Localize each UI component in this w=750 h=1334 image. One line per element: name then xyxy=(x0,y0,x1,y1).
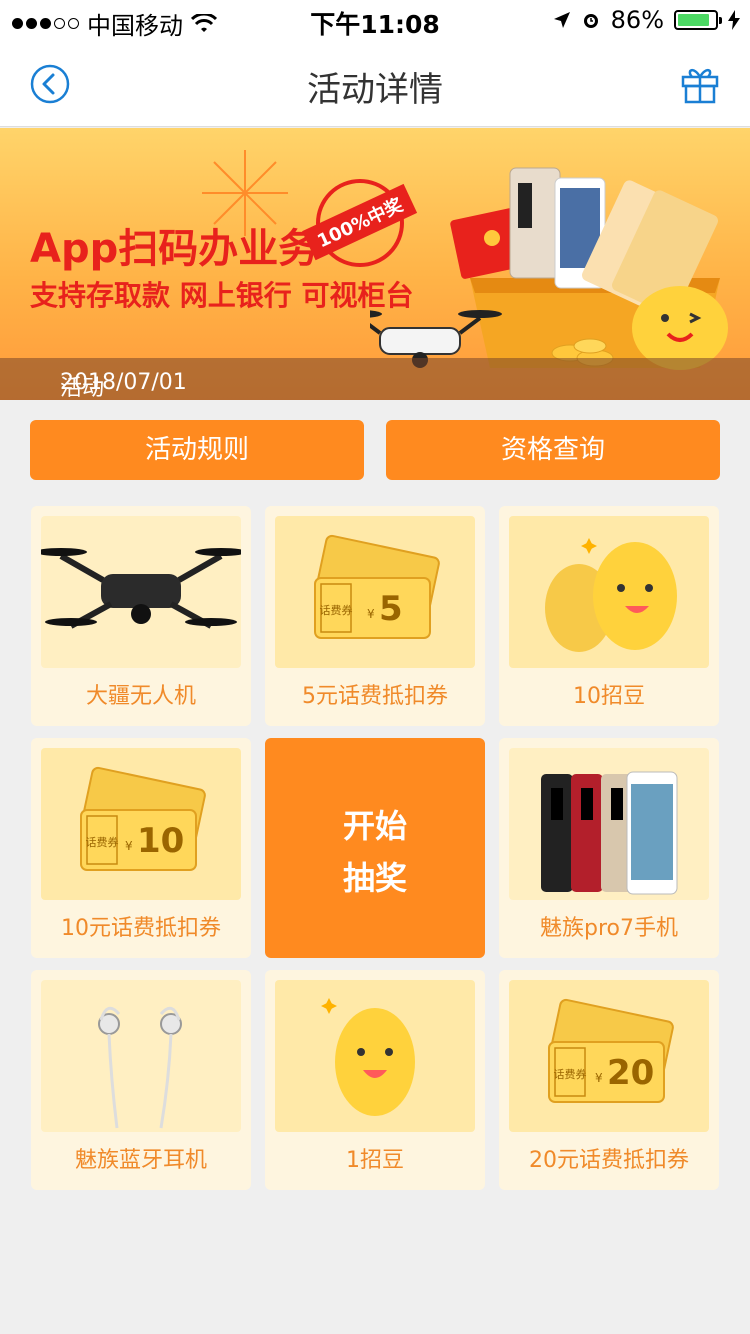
page-title: 活动详情 xyxy=(307,70,443,110)
location-icon xyxy=(553,12,570,28)
prize-image-coupon: 话费券 ¥ 5 xyxy=(275,516,475,668)
promo-banner[interactable]: App扫码办业务 支持存取款 网上银行 可视柜台 100%中奖 活动 2018/… xyxy=(0,128,750,400)
coupon-currency: ¥ xyxy=(125,839,133,853)
status-bar: 中国移动 下午11:08 86% xyxy=(0,0,750,40)
prize-label: 20元话费抵扣券 xyxy=(529,1148,689,1173)
prize-cell[interactable]: 10招豆 xyxy=(499,506,719,726)
eligibility-check-button[interactable]: 资格查询 xyxy=(386,420,720,480)
coupon-value: 5 xyxy=(379,589,403,629)
alarm-icon xyxy=(583,14,598,28)
prize-cell[interactable]: 话费券 ¥ 20 20元话费抵扣券 xyxy=(499,970,719,1190)
nav-bar: 活动详情 xyxy=(0,40,750,127)
start-draw-button[interactable]: 开始 抽奖 xyxy=(265,738,485,958)
charging-icon xyxy=(728,10,740,30)
prize-label: 魅族pro7手机 xyxy=(540,916,678,941)
prize-label: 5元话费抵扣券 xyxy=(302,684,448,709)
prize-cell[interactable]: 话费券 ¥ 5 5元话费抵扣券 xyxy=(265,506,485,726)
prize-image-earphones xyxy=(41,980,241,1132)
prize-cell[interactable]: 魅族pro7手机 xyxy=(499,738,719,958)
start-draw-line1: 开始 xyxy=(342,807,407,845)
prize-label: 大疆无人机 xyxy=(85,684,196,709)
prize-image-drone xyxy=(41,516,241,668)
gift-icon[interactable] xyxy=(680,64,720,104)
activity-period-bar: 活动时间： 2018/07/01 – 2018/10/31 xyxy=(0,358,750,400)
activity-rules-button[interactable]: 活动规则 xyxy=(30,420,364,480)
battery-percent: 86% xyxy=(610,6,664,34)
prize-image-coupon: 话费券 ¥ 20 xyxy=(509,980,709,1132)
prize-label: 1招豆 xyxy=(346,1148,404,1173)
banner-headline: App扫码办业务 xyxy=(30,226,319,272)
coupon-words: 话费券 xyxy=(320,603,353,617)
coupon-currency: ¥ xyxy=(367,607,375,621)
prize-image-phones xyxy=(509,748,709,900)
prize-image-bean xyxy=(275,980,475,1132)
coupon-words: 话费券 xyxy=(86,835,119,849)
banner-subline: 支持存取款 网上银行 可视柜台 xyxy=(30,279,414,312)
battery-icon xyxy=(674,10,722,30)
prize-cell[interactable]: 大疆无人机 xyxy=(31,506,251,726)
coupon-words: 话费券 xyxy=(554,1067,587,1081)
prize-label: 10元话费抵扣券 xyxy=(61,916,221,941)
prize-cell[interactable]: 话费券 ¥ 10 10元话费抵扣券 xyxy=(31,738,251,958)
prize-cell[interactable]: 魅族蓝牙耳机 xyxy=(31,970,251,1190)
prize-label: 10招豆 xyxy=(573,684,645,709)
prize-label: 魅族蓝牙耳机 xyxy=(74,1148,207,1173)
coupon-value: 10 xyxy=(137,821,184,861)
prize-image-coupon: 话费券 ¥ 10 xyxy=(41,748,241,900)
start-draw-line2: 抽奖 xyxy=(342,859,407,897)
coupon-value: 20 xyxy=(607,1053,654,1093)
coupon-currency: ¥ xyxy=(595,1071,603,1085)
prize-cell[interactable]: 1招豆 xyxy=(265,970,485,1190)
prize-image-beans xyxy=(509,516,709,668)
period-value: 2018/07/01 – 2018/10/31 xyxy=(60,370,187,400)
